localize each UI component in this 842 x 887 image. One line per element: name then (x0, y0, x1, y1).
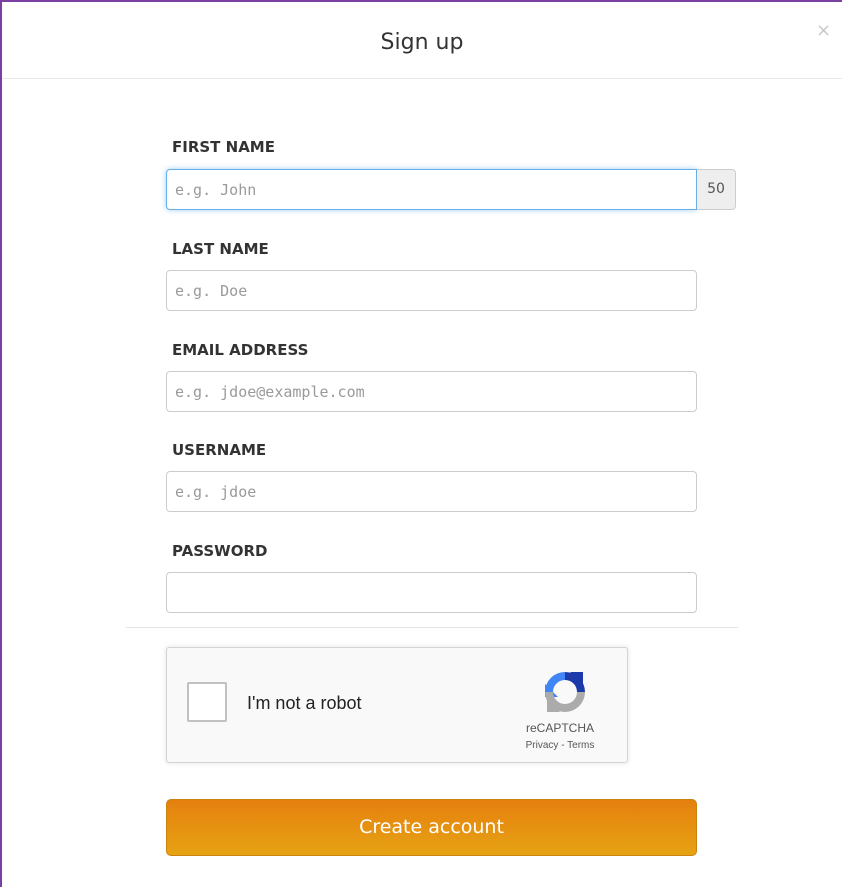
password-input[interactable] (166, 572, 697, 613)
signup-modal: Sign up × FIRST NAME 50 LAST NAME EMAIL … (0, 0, 842, 887)
recaptcha-checkbox[interactable] (187, 682, 227, 722)
username-input[interactable] (166, 471, 697, 512)
recaptcha-brand: reCAPTCHA (525, 721, 594, 735)
links-separator: - (558, 740, 568, 751)
first-name-label: FIRST NAME (172, 138, 275, 156)
password-label: PASSWORD (172, 542, 268, 560)
form-divider (126, 627, 738, 628)
modal-title: Sign up (380, 30, 464, 55)
email-input[interactable] (166, 371, 697, 412)
recaptcha-widget: I'm not a robot reCAPTCHA Privacy - Term… (166, 647, 628, 763)
recaptcha-label: I'm not a robot (247, 693, 362, 713)
username-label: USERNAME (172, 441, 267, 459)
last-name-input[interactable] (166, 270, 697, 311)
recaptcha-links: Privacy - Terms (507, 739, 613, 753)
modal-header: Sign up × (2, 2, 842, 79)
email-label: EMAIL ADDRESS (172, 341, 309, 359)
first-name-char-limit: 50 (697, 169, 736, 210)
first-name-input[interactable] (166, 169, 697, 210)
terms-link[interactable]: Terms (567, 740, 594, 751)
close-icon[interactable]: × (816, 20, 831, 42)
recaptcha-logo-icon (545, 672, 585, 712)
privacy-link[interactable]: Privacy (526, 740, 559, 751)
create-account-button[interactable]: Create account (166, 799, 697, 856)
last-name-label: LAST NAME (172, 240, 269, 258)
